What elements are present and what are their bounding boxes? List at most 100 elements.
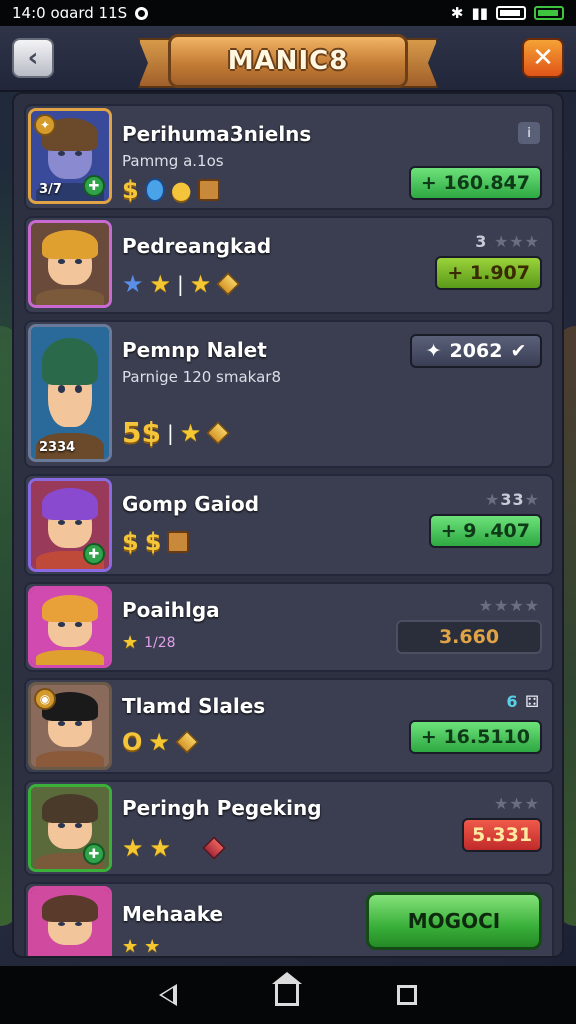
blue-gem-icon — [144, 178, 165, 202]
list-item[interactable]: Mehaake ★ ★ MOGOCI — [24, 882, 554, 957]
score-value: + 160.847 — [408, 166, 542, 200]
score-text: + 9 .407 — [440, 520, 530, 542]
gold-coin-icon: O — [122, 728, 143, 756]
player-name: Pemnp Nalet — [122, 338, 267, 362]
status-time: 14:0 oɑard 11S — [12, 4, 128, 22]
score-text: 5.331 — [471, 824, 533, 846]
status-bar: 14:0 oɑard 11S ✱ ▮▮ — [0, 0, 576, 26]
star-rating: ★★★★ — [479, 596, 540, 615]
gold-gem-icon — [216, 272, 240, 296]
avatar[interactable]: 2334 — [28, 324, 112, 462]
dice-icon: ⚃ — [525, 692, 540, 711]
nav-home-icon[interactable] — [272, 972, 302, 1006]
avatar[interactable] — [28, 586, 112, 668]
sparkle-icon: ✦ — [425, 340, 442, 362]
rating-stars-icon: ★★★ — [493, 232, 540, 251]
avatar[interactable] — [28, 886, 112, 956]
leaderboard-panel[interactable]: ✦ ✚ 3/7 Perihuma3nielns Pammg a.1os $ ● … — [12, 92, 564, 958]
treasure-box-icon — [197, 179, 220, 201]
list-item[interactable]: ◉ Tlamd Slales O ★ 6 ⚃ + 16.5110 — [24, 678, 554, 774]
gold-star-icon: ★ — [122, 632, 139, 653]
score-value: ✦ 2062 ✔ — [410, 334, 542, 368]
star-rating: ★★★ — [494, 794, 540, 813]
avatar-level: 3/7 — [39, 182, 62, 197]
list-item[interactable]: ✚ Peringh Pegeking ★ ★ ★★★ 5.331 — [24, 780, 554, 876]
banner-board: MANIC8 — [168, 34, 408, 88]
rating-stars-icon: ★★★★ — [478, 596, 540, 615]
class-badge-icon: ✚ — [83, 543, 105, 565]
coin-amount: 5$ — [122, 416, 161, 449]
battery-charging-icon — [534, 6, 564, 20]
score-text: 2062 — [449, 340, 503, 362]
avatar[interactable]: ✚ — [28, 784, 112, 872]
list-item[interactable]: ✦ ✚ 3/7 Perihuma3nielns Pammg a.1os $ ● … — [24, 104, 554, 210]
player-name: Pedreangkad — [122, 234, 272, 258]
back-button[interactable]: ‹ — [12, 38, 54, 78]
list-item[interactable]: 2334 Pemnp Nalet Parnige 120 smakar8 5$ … — [24, 320, 554, 468]
gold-star-icon: ★ — [179, 418, 202, 447]
level-progress-text: 1/28 — [144, 634, 176, 651]
treasure-box-icon — [167, 531, 190, 553]
claim-button-label: MOGOCI — [407, 909, 501, 933]
blue-star-icon: ★ — [122, 270, 144, 298]
score-text: 3.660 — [438, 626, 500, 648]
status-dot-icon — [135, 6, 149, 20]
reward-icons: O ★ — [122, 728, 199, 756]
ruby-gem-icon — [202, 836, 226, 860]
claim-button[interactable]: MOGOCI — [366, 892, 542, 950]
reward-icons: ★ 1/28 — [122, 632, 176, 653]
player-subtitle: Parnige 120 smakar8 — [122, 368, 282, 386]
avatar[interactable]: ◉ — [28, 682, 112, 770]
score-value: 5.331 — [462, 818, 542, 852]
list-item[interactable]: Poaihlga ★ 1/28 ★★★★ 3.660 — [24, 582, 554, 672]
star-rating: 6 ⚃ — [506, 692, 540, 711]
android-nav-bar — [0, 966, 576, 1024]
reward-icons: $ $ — [122, 528, 190, 556]
check-icon: ✔ — [510, 340, 527, 362]
player-name: Tlamd Slales — [122, 694, 266, 718]
avatar[interactable]: ✚ — [28, 478, 112, 572]
gold-star-icon: ★ — [149, 834, 172, 862]
score-text: + 160.847 — [420, 172, 530, 194]
gold-star-icon: ★ — [148, 728, 170, 756]
chevron-left-icon: ‹ — [27, 43, 39, 73]
reward-icons: ★ ★ — [122, 936, 160, 957]
info-icon[interactable]: i — [518, 122, 540, 144]
bluetooth-icon: ✱ — [450, 4, 464, 22]
gold-ring-icon: ● — [170, 176, 192, 204]
dollar-coin-icon: $ — [122, 528, 139, 556]
score-text: + 1.907 — [447, 262, 530, 284]
gold-star-icon: ★ — [149, 270, 172, 298]
avatar[interactable]: ✦ ✚ 3/7 — [28, 108, 112, 204]
player-name: Gomp Gaiod — [122, 492, 260, 516]
player-subtitle: Pammg a.1os — [122, 152, 224, 170]
dollar-coin-icon: $ — [144, 528, 162, 556]
dollar-coin-icon: $ — [122, 176, 139, 204]
close-x-icon: ✕ — [532, 43, 554, 73]
nav-recents-icon[interactable] — [397, 985, 417, 1005]
score-text: + 16.5110 — [420, 726, 530, 748]
title-banner: MANIC8 — [138, 34, 438, 92]
page-title: MANIC8 — [227, 46, 349, 76]
reward-icons: 5$ | ★ — [122, 416, 230, 449]
score-value: + 9 .407 — [428, 514, 542, 548]
class-badge-icon: ✚ — [83, 843, 105, 865]
avatar-level: 2334 — [39, 440, 76, 455]
close-button[interactable]: ✕ — [522, 38, 564, 78]
rating-stars-icon: ★★★ — [493, 794, 540, 813]
score-value: + 16.5110 — [408, 720, 542, 754]
signal-icon: ▮▮ — [471, 4, 488, 22]
gold-gem-icon — [206, 420, 230, 445]
battery-icon — [496, 6, 526, 20]
gold-star-icon: ★ — [122, 936, 139, 957]
divider: | — [177, 272, 184, 296]
star-rating: ★33★ — [485, 490, 540, 509]
list-item[interactable]: Pedreangkad ★ ★ | ★ 3 ★★★ + 1.907 — [24, 216, 554, 314]
rating-star-icon: ★ — [524, 490, 540, 509]
reward-icons: $ ● — [122, 176, 220, 204]
avatar[interactable] — [28, 220, 112, 308]
divider: | — [166, 420, 174, 445]
gold-star-icon: ★ — [122, 834, 144, 862]
list-item[interactable]: ✚ Gomp Gaiod $ $ ★33★ + 9 .407 — [24, 474, 554, 576]
nav-back-icon[interactable] — [159, 984, 177, 1006]
